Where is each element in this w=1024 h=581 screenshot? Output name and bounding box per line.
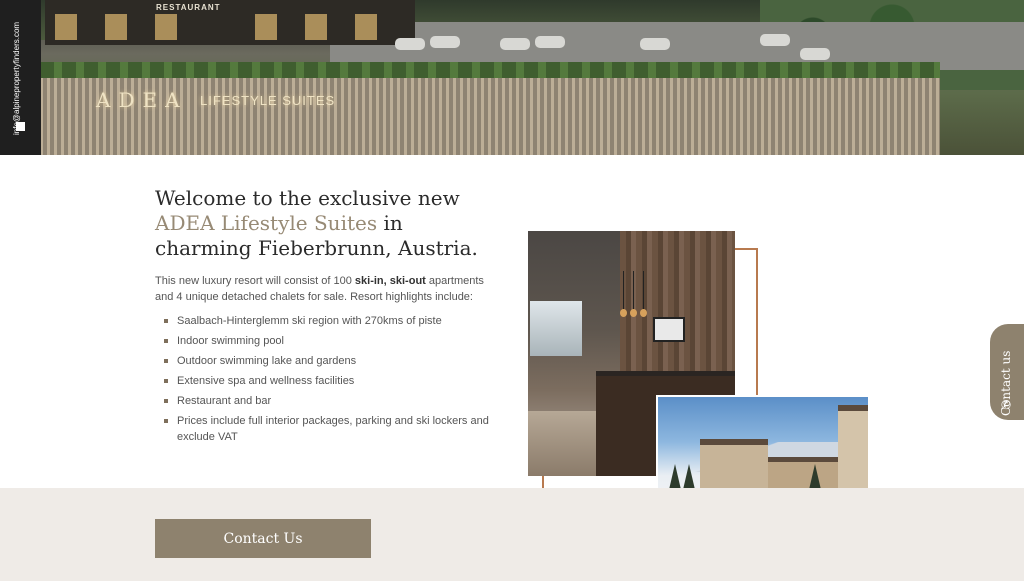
brand-logo-sub: LIFESTYLE SUITES — [200, 93, 336, 108]
welcome-heading: Welcome to the exclusive new ADEA Lifest… — [155, 186, 495, 261]
welcome-accent-name: ADEA Lifestyle Suites — [155, 211, 378, 235]
contact-us-button[interactable]: Contact Us — [155, 519, 371, 558]
contact-us-side-tab[interactable]: ✆ Contact us — [990, 324, 1024, 420]
email-link[interactable]: info@alpinepropertyfinders.com — [12, 22, 21, 135]
hero-building — [45, 0, 415, 45]
brand-logo-main: ADEA — [96, 88, 188, 112]
contact-tab-label: Contact us — [999, 350, 1013, 416]
hero-banner: RESTAURANT ADEA LIFESTYLE SUITES — [0, 0, 1024, 155]
intro-part-1: This new luxury resort will consist of 1… — [155, 275, 355, 287]
list-item: Restaurant and bar — [164, 393, 504, 409]
welcome-text-start: Welcome to the exclusive new — [155, 186, 460, 210]
intro-paragraph: This new luxury resort will consist of 1… — [155, 273, 495, 305]
left-contact-strip: info@alpinepropertyfinders.com — [0, 0, 41, 155]
list-item: Outdoor swimming lake and gardens — [164, 353, 504, 369]
list-item: Prices include full interior packages, p… — [164, 413, 504, 445]
list-item: Saalbach-Hinterglemm ski region with 270… — [164, 313, 504, 329]
restaurant-sign: RESTAURANT — [156, 3, 221, 12]
cta-band — [0, 488, 1024, 581]
intro-bold: ski-in, ski-out — [354, 275, 426, 287]
highlights-list: Saalbach-Hinterglemm ski region with 270… — [164, 313, 504, 449]
list-item: Extensive spa and wellness facilities — [164, 373, 504, 389]
list-item: Indoor swimming pool — [164, 333, 504, 349]
